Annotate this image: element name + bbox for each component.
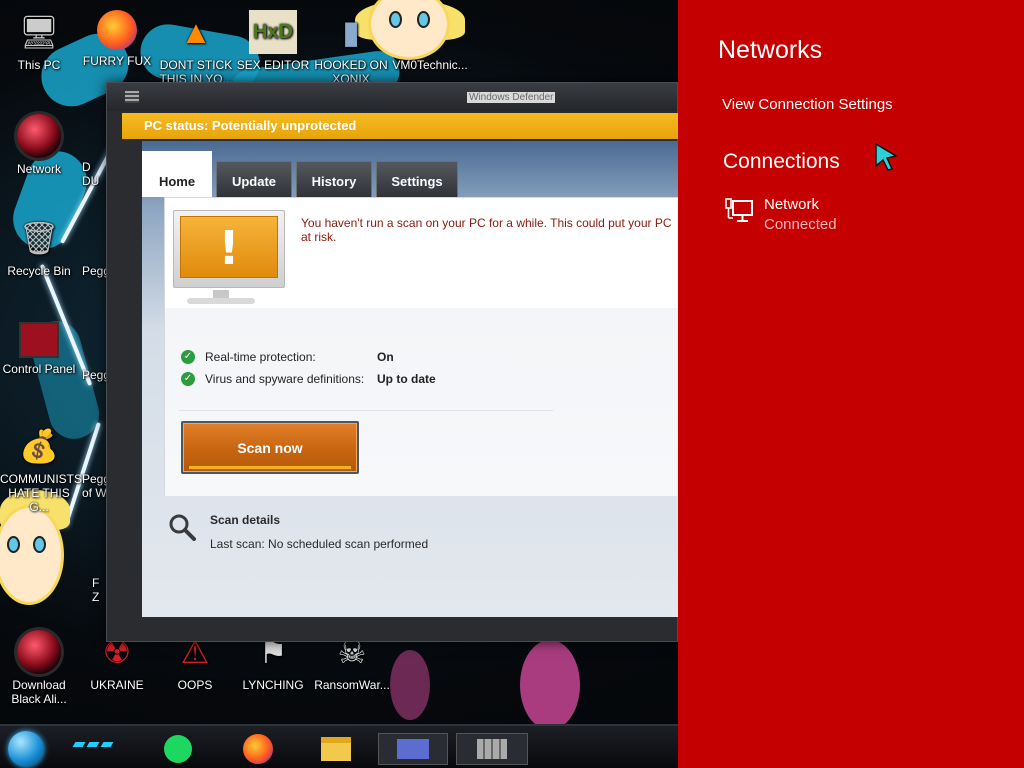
- desktop-icon-recycle-bin[interactable]: 🗑 Recycle Bin: [0, 216, 78, 278]
- taskbar-divider: [72, 742, 86, 747]
- taskbar-spotify[interactable]: [160, 733, 196, 765]
- file-explorer-icon: [321, 737, 351, 761]
- desktop-icon-this-pc[interactable]: 🖥 This PC: [0, 10, 78, 72]
- orb-icon: [17, 630, 61, 674]
- window-titlebar[interactable]: Windows Defender: [107, 83, 677, 111]
- tab-update[interactable]: Update: [216, 161, 292, 197]
- money-bag-icon: 💰: [19, 428, 59, 464]
- last-scan-info: Last scan: No scheduled scan performed: [210, 537, 428, 551]
- taskbar-file-explorer[interactable]: [318, 733, 354, 765]
- firefox-icon: [243, 734, 273, 764]
- desktop-icon-communists[interactable]: 💰 COMMUNISTS HATE THIS G...: [0, 424, 82, 514]
- taskbar-window-2[interactable]: [456, 733, 528, 765]
- last-scan-value: No scheduled scan performed: [268, 537, 429, 551]
- window-thumbnail-icon: [477, 739, 507, 759]
- scan-now-button[interactable]: Scan now: [181, 421, 359, 474]
- tab-history[interactable]: History: [296, 161, 372, 197]
- home-panel: ! You haven't run a scan on your PC for …: [164, 197, 679, 496]
- magnifier-icon: [169, 514, 196, 541]
- check-icon: ✓: [181, 372, 195, 386]
- realtime-protection-label: Real-time protection:: [205, 350, 316, 364]
- wallpaper-figure: [520, 640, 580, 730]
- taskbar-firefox[interactable]: [240, 733, 276, 765]
- connections-heading: Connections: [723, 150, 840, 173]
- network-orb-icon: [17, 114, 61, 158]
- pc-status-bar: PC status: Potentially unprotected: [122, 113, 679, 139]
- computer-icon: 🖥: [18, 14, 60, 50]
- desktop-icon-dont-stick[interactable]: ▲ DONT STICK THIS IN YO...: [156, 10, 236, 86]
- scan-details-title: Scan details: [210, 513, 281, 527]
- desktop-icon-control-panel[interactable]: Control Panel: [0, 322, 78, 376]
- wallpaper-figure: [390, 650, 430, 720]
- desktop-icon-furry-fux[interactable]: FURRY FUX: [78, 10, 156, 68]
- definitions-row: ✓ Virus and spyware definitions: Up to d…: [181, 372, 436, 386]
- tab-settings[interactable]: Settings: [376, 161, 458, 197]
- hex-editor-icon: HxD: [249, 10, 297, 54]
- realtime-protection-value: On: [377, 350, 394, 364]
- firefox-icon: [97, 10, 137, 50]
- desktop-icon-network[interactable]: Network: [0, 114, 78, 176]
- taskbar: [0, 724, 678, 768]
- definitions-label: Virus and spyware definitions:: [205, 372, 365, 386]
- spotify-icon: [164, 735, 192, 763]
- view-connection-settings-link[interactable]: View Connection Settings: [722, 96, 893, 113]
- warning-monitor-icon: !: [173, 210, 285, 288]
- defender-app-icon: [125, 91, 139, 103]
- network-status: Connected: [764, 216, 837, 233]
- network-name: Network: [764, 196, 820, 213]
- desktop-icon-download-black[interactable]: Download Black Ali...: [0, 630, 78, 706]
- ethernet-icon: [725, 198, 753, 222]
- defender-window: Windows Defender PC status: Potentially …: [106, 82, 679, 642]
- taskbar-divider: [100, 742, 114, 747]
- definitions-value: Up to date: [377, 372, 436, 386]
- check-icon: ✓: [181, 350, 195, 364]
- networks-title: Networks: [718, 36, 823, 64]
- scan-warning-message: You haven't run a scan on your PC for a …: [301, 216, 672, 244]
- desktop-icon-hooked-on-xonix[interactable]: ▮ HOOKED ON XONIX: [312, 10, 390, 86]
- desktop-icon-sex-editor[interactable]: HxD SEX EDITOR: [234, 10, 312, 72]
- network-connection-item[interactable]: Network Connected: [722, 194, 942, 238]
- defender-client-area: Home Update History Settings ! You haven…: [142, 141, 679, 617]
- cartoon-icon: [408, 10, 452, 54]
- networks-flyout: Networks View Connection Settings Connec…: [678, 0, 1024, 768]
- mouse-cursor-icon: [875, 142, 898, 171]
- cartoon-character: [0, 505, 64, 605]
- game-icon: ▮: [342, 14, 360, 50]
- window-title: Windows Defender: [467, 92, 556, 103]
- divider: [179, 410, 553, 411]
- desktop-icon-vm0technic[interactable]: VM0Technic...: [388, 10, 472, 72]
- last-scan-label: Last scan:: [210, 537, 265, 551]
- start-orb-icon[interactable]: [8, 731, 44, 767]
- recycle-bin-icon: 🗑: [18, 220, 60, 256]
- taskbar-divider: [86, 742, 100, 747]
- tab-home[interactable]: Home: [142, 151, 212, 197]
- vlc-cone-icon: ▲: [180, 14, 212, 50]
- realtime-protection-row: ✓ Real-time protection: On: [181, 350, 394, 364]
- taskbar-window-1[interactable]: [378, 733, 448, 765]
- control-panel-icon: [19, 322, 59, 358]
- scan-details-section: Scan details Last scan: No scheduled sca…: [164, 507, 564, 567]
- window-thumbnail-icon: [397, 739, 429, 759]
